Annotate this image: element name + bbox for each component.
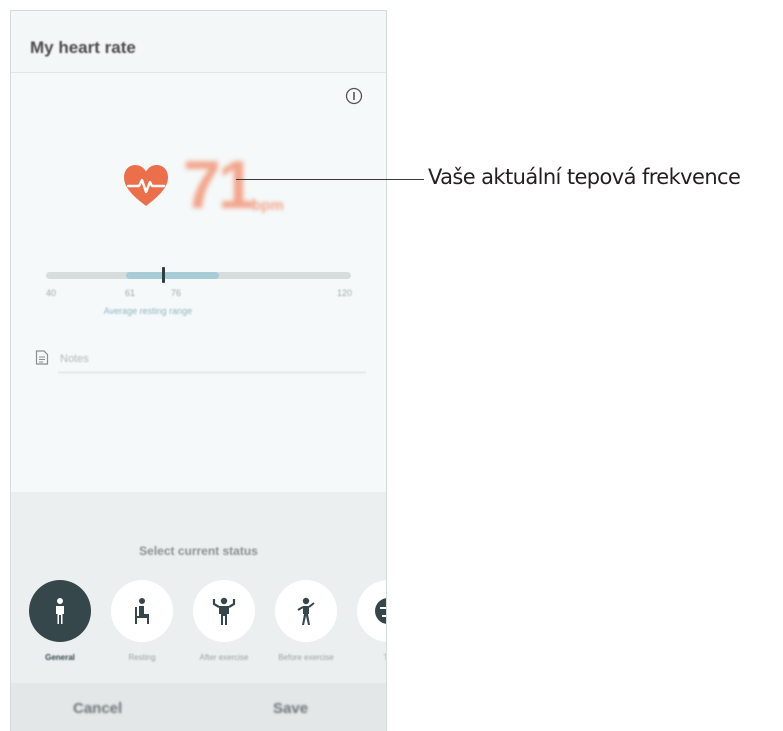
notes-icon — [35, 350, 49, 365]
range-tick-low: 61 — [125, 288, 136, 298]
face-icon — [375, 598, 386, 624]
heart-rate-value: 71 — [183, 147, 256, 223]
status-label-general: General — [45, 653, 75, 662]
heart-rate-unit: bpm — [252, 197, 284, 214]
cancel-button[interactable]: Cancel — [73, 700, 122, 717]
status-option-general[interactable] — [29, 580, 91, 642]
range-tick-min: 40 — [46, 288, 57, 298]
status-option-tired[interactable] — [357, 580, 386, 642]
status-label-before-exercise: Before exercise — [278, 653, 334, 662]
notes-input[interactable]: Notes — [58, 349, 366, 373]
status-option-before-exercise[interactable] — [275, 580, 337, 642]
range-tick-high: 76 — [171, 288, 182, 298]
app-header: My heart rate — [11, 11, 386, 73]
resting-range-fill — [126, 272, 219, 279]
status-option-after-exercise[interactable] — [193, 580, 255, 642]
page-title: My heart rate — [30, 38, 136, 57]
resting-range-bar — [46, 267, 351, 283]
callout-label: Vaše aktuální tepová frekvence — [428, 165, 741, 189]
status-title: Select current status — [139, 544, 258, 558]
status-option-resting[interactable] — [111, 580, 173, 642]
save-button[interactable]: Save — [273, 700, 308, 717]
action-bar: Cancel Save — [11, 683, 386, 731]
heart-rate-icon — [124, 165, 168, 206]
standing-person-icon — [56, 598, 64, 624]
phone-screen: My heart rate 71 bpm 40 61 76 120 Averag… — [10, 10, 387, 731]
status-label-tired: Tir — [348, 652, 386, 663]
stretching-person-icon — [297, 597, 315, 625]
range-caption: Average resting range — [103, 306, 193, 316]
callout-line — [236, 179, 424, 180]
info-icon[interactable] — [345, 87, 363, 105]
current-rate-marker — [162, 267, 165, 283]
range-tick-max: 120 — [337, 288, 353, 298]
status-label-resting: Resting — [128, 653, 156, 662]
sitting-person-icon — [135, 598, 149, 624]
flexing-person-icon — [212, 597, 236, 625]
status-label-after-exercise: After exercise — [199, 653, 249, 662]
